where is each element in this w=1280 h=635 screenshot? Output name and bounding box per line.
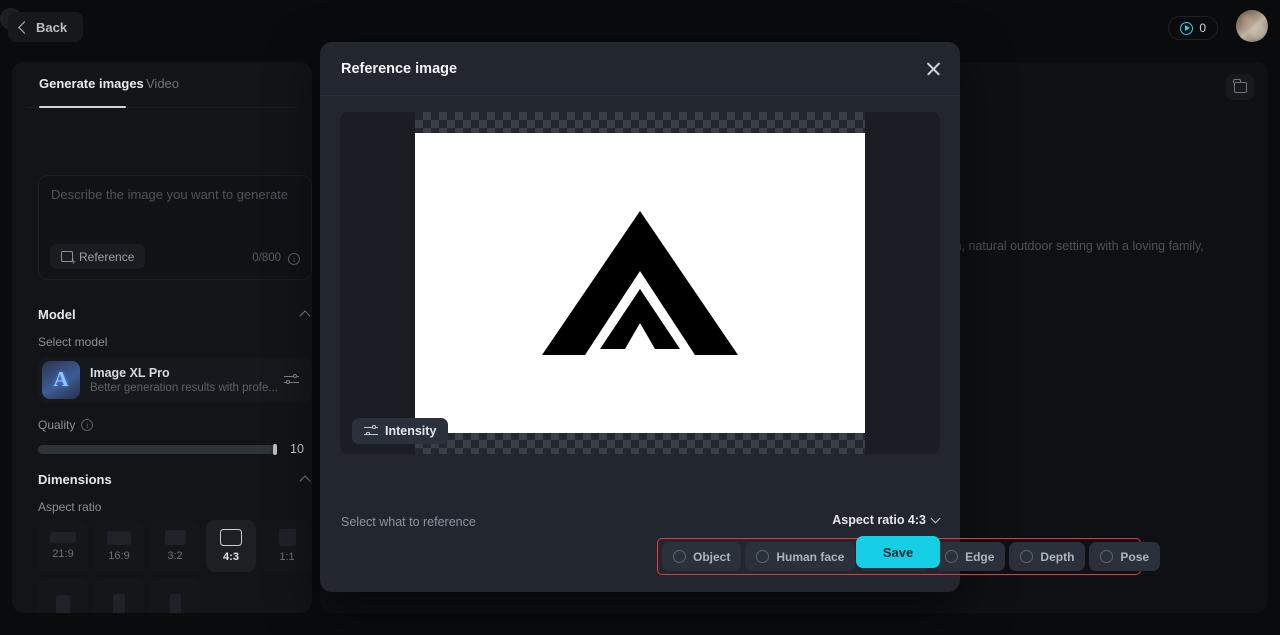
back-button-label: Back: [36, 19, 68, 35]
char-counter: 0/800: [252, 252, 281, 264]
sidebar-tabs: Generate images Video: [26, 70, 298, 108]
aspect-ratio-option-label: 4:3: [223, 551, 239, 563]
quality-label: Quality: [38, 418, 76, 432]
reference-type-label: Pose: [1120, 549, 1150, 564]
modal-header: Reference image: [320, 42, 960, 96]
modal-title: Reference image: [341, 61, 458, 77]
radio-icon: [673, 550, 686, 563]
reference-image-stage: Intensity: [340, 112, 940, 454]
reference-type-human-face[interactable]: Human face: [745, 542, 856, 571]
prompt-input[interactable]: Describe the image you want to generate …: [38, 175, 312, 280]
close-icon[interactable]: [925, 60, 943, 78]
tab-generate-images[interactable]: Generate images: [39, 76, 144, 91]
reference-type-label: Human face: [776, 549, 845, 564]
aspect-ratio-option-label: 16:9: [108, 549, 130, 562]
aspect-ratio-option-4-3[interactable]: 4:3: [206, 520, 256, 572]
tab-video[interactable]: Video: [146, 76, 179, 91]
aspect-ratio-shape: [50, 532, 76, 543]
save-button[interactable]: Save: [856, 536, 940, 568]
aspect-ratio-dropdown-label: Aspect ratio 4:3: [832, 513, 926, 527]
dimensions-section-title: Dimensions: [38, 472, 112, 487]
reference-image-preview[interactable]: [415, 133, 865, 433]
reference-type-label: Depth: [1040, 549, 1075, 564]
aspect-ratio-option-5[interactable]: [38, 578, 88, 613]
aspect-ratio-option-3-2[interactable]: 3:2: [150, 520, 200, 572]
radio-icon: [945, 550, 959, 563]
reference-button[interactable]: Reference: [50, 244, 146, 269]
aspect-ratio-shape: [278, 529, 296, 546]
back-button[interactable]: Back: [8, 12, 84, 42]
quality-value: 10: [290, 442, 304, 456]
aspect-ratio-shape: [56, 594, 70, 613]
model-name: Image XL Pro: [90, 366, 170, 380]
aspect-ratio-shape: [107, 530, 131, 545]
chevron-up-icon: [299, 310, 311, 322]
chevron-up-icon: [299, 475, 311, 487]
aspect-ratio-option-7[interactable]: [150, 578, 200, 613]
model-description: Better generation results with profe...: [90, 382, 278, 394]
chevron-left-icon: [18, 20, 31, 34]
app-root: Back 0 arm, natural outdoor setting with…: [0, 0, 1280, 635]
model-section-header[interactable]: Model: [38, 307, 312, 322]
aspect-ratio-option-label: 21:9: [52, 548, 74, 560]
aspect-ratio-option-6[interactable]: [94, 578, 144, 613]
aspect-ratio-option-label: 3:2: [167, 550, 183, 562]
reference-type-depth[interactable]: Depth: [1009, 542, 1086, 571]
tab-active-underline: [39, 106, 126, 108]
aspect-ratio-grid: 21:9 16:9 3:2 4:3 1:1: [38, 520, 312, 613]
sliders-icon: [364, 425, 378, 437]
reference-button-label: Reference: [79, 249, 135, 264]
select-model-label: Select model: [38, 335, 108, 349]
reference-type-label: Object: [693, 549, 731, 564]
dimensions-section-header[interactable]: Dimensions: [38, 472, 312, 487]
credits-value: 0: [1199, 21, 1206, 35]
quality-label-row: Quality i: [38, 418, 94, 432]
aspect-ratio-shape: [220, 529, 242, 546]
quality-slider-fill: [38, 444, 273, 454]
aspect-ratio-label: Aspect ratio: [38, 500, 102, 514]
prompt-placeholder: Describe the image you want to generate: [51, 187, 289, 202]
select-reference-label: Select what to reference: [341, 515, 476, 529]
reference-image-modal: Reference image Intensity Select what to…: [320, 42, 1161, 592]
aspect-ratio-option-1-1[interactable]: 1:1: [262, 520, 312, 572]
aspect-ratio-dropdown[interactable]: Aspect ratio 4:3: [832, 513, 941, 527]
credits-indicator[interactable]: 0: [1168, 16, 1218, 40]
sidebar: Generate images Video Describe the image…: [12, 62, 312, 613]
reference-type-edge[interactable]: Edge: [934, 542, 1006, 571]
info-icon[interactable]: i: [288, 253, 300, 265]
quality-slider[interactable]: [38, 443, 277, 455]
quality-slider-knob[interactable]: [273, 443, 277, 455]
radio-icon: [1020, 550, 1034, 563]
aspect-ratio-shape: [113, 594, 125, 613]
model-card[interactable]: A Image XL Pro Better generation results…: [38, 357, 312, 403]
avatar[interactable]: [1236, 10, 1268, 42]
aspect-ratio-shape: [169, 593, 181, 613]
reference-type-pose[interactable]: Pose: [1089, 542, 1161, 571]
add-image-icon: [61, 251, 76, 267]
aspect-ratio-option-21-9[interactable]: 21:9: [38, 520, 88, 572]
sliders-icon[interactable]: [284, 374, 299, 386]
coin-icon: [1180, 21, 1194, 35]
model-thumb-letter: A: [53, 367, 69, 391]
radio-icon: [756, 550, 770, 563]
chevron-down-icon: [930, 513, 941, 524]
reference-type-object[interactable]: Object: [662, 542, 742, 571]
aspect-ratio-option-16-9[interactable]: 16:9: [94, 520, 144, 572]
aspect-ratio-shape: [164, 530, 186, 545]
gallery-folder-icon[interactable]: [1226, 74, 1254, 100]
radio-icon: [1100, 550, 1114, 563]
triangle-logo: [542, 211, 738, 355]
intensity-button[interactable]: Intensity: [352, 418, 449, 444]
model-section-title: Model: [38, 307, 76, 322]
background-prompt-text: arm, natural outdoor setting with a lovi…: [940, 239, 1204, 253]
aspect-ratio-option-label: 1:1: [279, 551, 295, 563]
reference-type-label: Edge: [965, 549, 995, 564]
model-meta: Image XL Pro Better generation results w…: [90, 366, 284, 394]
quality-slider-row: 10: [38, 442, 312, 456]
model-thumbnail: A: [42, 361, 80, 399]
intensity-label: Intensity: [385, 424, 437, 438]
info-icon[interactable]: i: [81, 419, 94, 431]
